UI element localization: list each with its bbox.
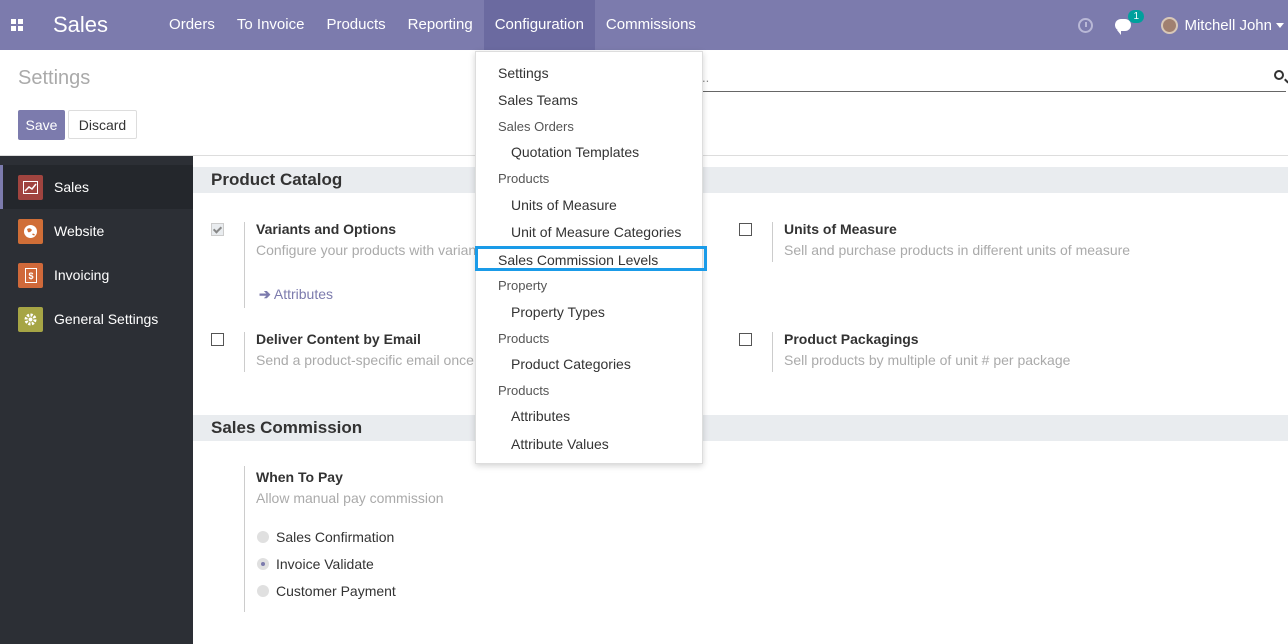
menu-to-invoice[interactable]: To Invoice: [226, 0, 316, 50]
settings-content: Product Catalog Variants and Options Con…: [193, 156, 1288, 644]
search-value: ..: [702, 70, 710, 85]
setting-divider: [772, 222, 773, 262]
deliver-email-checkbox[interactable]: [211, 333, 224, 346]
menu-header-products: Products: [498, 171, 550, 186]
settings-sidebar: Sales Website $ Invoicing General Settin…: [0, 156, 193, 644]
messages-button[interactable]: 1: [1115, 10, 1145, 35]
deliver-email-desc: Send a product-specific email once: [256, 352, 474, 368]
packagings-checkbox[interactable]: [739, 333, 752, 346]
menu-commissions[interactable]: Commissions: [595, 0, 707, 50]
menu-item-uom-categories[interactable]: Unit of Measure Categories: [511, 224, 681, 240]
packagings-title: Product Packagings: [784, 331, 919, 347]
radio-label[interactable]: Invoice Validate: [276, 556, 374, 572]
save-button[interactable]: Save: [18, 110, 65, 140]
packagings-desc: Sell products by multiple of unit # per …: [784, 352, 1071, 368]
page-title: Settings: [18, 67, 91, 89]
menu-item-quotation-templates[interactable]: Quotation Templates: [511, 144, 639, 160]
sidebar-item-label: Sales: [54, 179, 90, 195]
radio-label[interactable]: Sales Confirmation: [276, 529, 394, 545]
setting-divider: [244, 332, 245, 372]
uom-desc: Sell and purchase products in different …: [784, 242, 1131, 258]
menu-header-sales-orders: Sales Orders: [498, 119, 574, 134]
top-navbar: Sales Orders To Invoice Products Reporti…: [0, 0, 1288, 50]
main-menu: Orders To Invoice Products Reporting Con…: [158, 0, 707, 50]
chart-icon: [18, 174, 43, 200]
sidebar-item-label: Invoicing: [54, 267, 110, 283]
setting-divider: [772, 332, 773, 372]
when-to-pay-title: When To Pay: [256, 469, 343, 485]
menu-products[interactable]: Products: [315, 0, 396, 50]
messages-badge: 1: [1128, 10, 1145, 23]
sidebar-item-label: Website: [54, 223, 105, 239]
highlight-box: [475, 246, 707, 271]
menu-configuration[interactable]: Configuration: [483, 0, 595, 50]
variants-checkbox[interactable]: [211, 223, 224, 236]
avatar[interactable]: [1161, 16, 1179, 34]
user-caret-icon[interactable]: [1276, 22, 1284, 28]
user-name[interactable]: Mitchell John: [1184, 17, 1272, 34]
search-icon[interactable]: [1274, 70, 1284, 80]
sidebar-item-label: General Settings: [54, 311, 159, 327]
variants-title: Variants and Options: [256, 221, 397, 237]
variants-desc: Configure your products with varian: [256, 242, 477, 258]
discard-button[interactable]: Discard: [68, 110, 137, 139]
when-to-pay-desc: Allow manual pay commission: [256, 490, 444, 506]
menu-item-sales-teams[interactable]: Sales Teams: [498, 92, 578, 108]
deliver-email-title: Deliver Content by Email: [256, 331, 421, 347]
section-product-catalog: Product Catalog: [193, 167, 1288, 193]
menu-header-property: Property: [498, 278, 548, 293]
menu-orders[interactable]: Orders: [158, 0, 226, 50]
attributes-link[interactable]: ➔ Attributes: [259, 286, 333, 303]
sidebar-item-sales[interactable]: Sales: [0, 165, 193, 209]
app-brand[interactable]: Sales: [53, 12, 108, 38]
apps-menu-icon[interactable]: [0, 0, 34, 50]
menu-item-attribute-values[interactable]: Attribute Values: [511, 436, 609, 452]
menu-item-product-categories[interactable]: Product Categories: [511, 356, 631, 372]
menu-item-units-of-measure[interactable]: Units of Measure: [511, 197, 617, 213]
radio-customer-payment[interactable]: [257, 585, 269, 597]
gear-icon: [18, 306, 43, 332]
uom-title: Units of Measure: [784, 221, 897, 237]
setting-divider: [244, 466, 245, 612]
sidebar-item-website[interactable]: Website: [0, 209, 193, 253]
menu-reporting[interactable]: Reporting: [397, 0, 484, 50]
attributes-link-label: Attributes: [273, 286, 333, 302]
menu-item-settings[interactable]: Settings: [498, 65, 549, 81]
menu-header-products: Products: [498, 331, 550, 346]
setting-divider: [244, 222, 245, 308]
arrow-right-icon: ➔: [259, 286, 271, 302]
section-sales-commission: Sales Commission: [193, 415, 1288, 441]
search-input[interactable]: ..: [700, 66, 1286, 92]
menu-item-property-types[interactable]: Property Types: [511, 304, 605, 320]
radio-invoice-validate[interactable]: [257, 558, 269, 570]
invoice-icon: $: [18, 262, 43, 288]
menu-item-attributes[interactable]: Attributes: [511, 408, 570, 424]
sidebar-item-invoicing[interactable]: $ Invoicing: [0, 253, 193, 297]
globe-icon: [18, 218, 43, 244]
svg-text:$: $: [28, 271, 33, 281]
menu-header-products: Products: [498, 383, 550, 398]
sidebar-item-general-settings[interactable]: General Settings: [0, 297, 193, 341]
radio-label[interactable]: Customer Payment: [276, 583, 396, 599]
radio-sales-confirmation[interactable]: [257, 531, 269, 543]
activity-clock-icon[interactable]: [1078, 17, 1094, 33]
uom-checkbox[interactable]: [739, 223, 752, 236]
